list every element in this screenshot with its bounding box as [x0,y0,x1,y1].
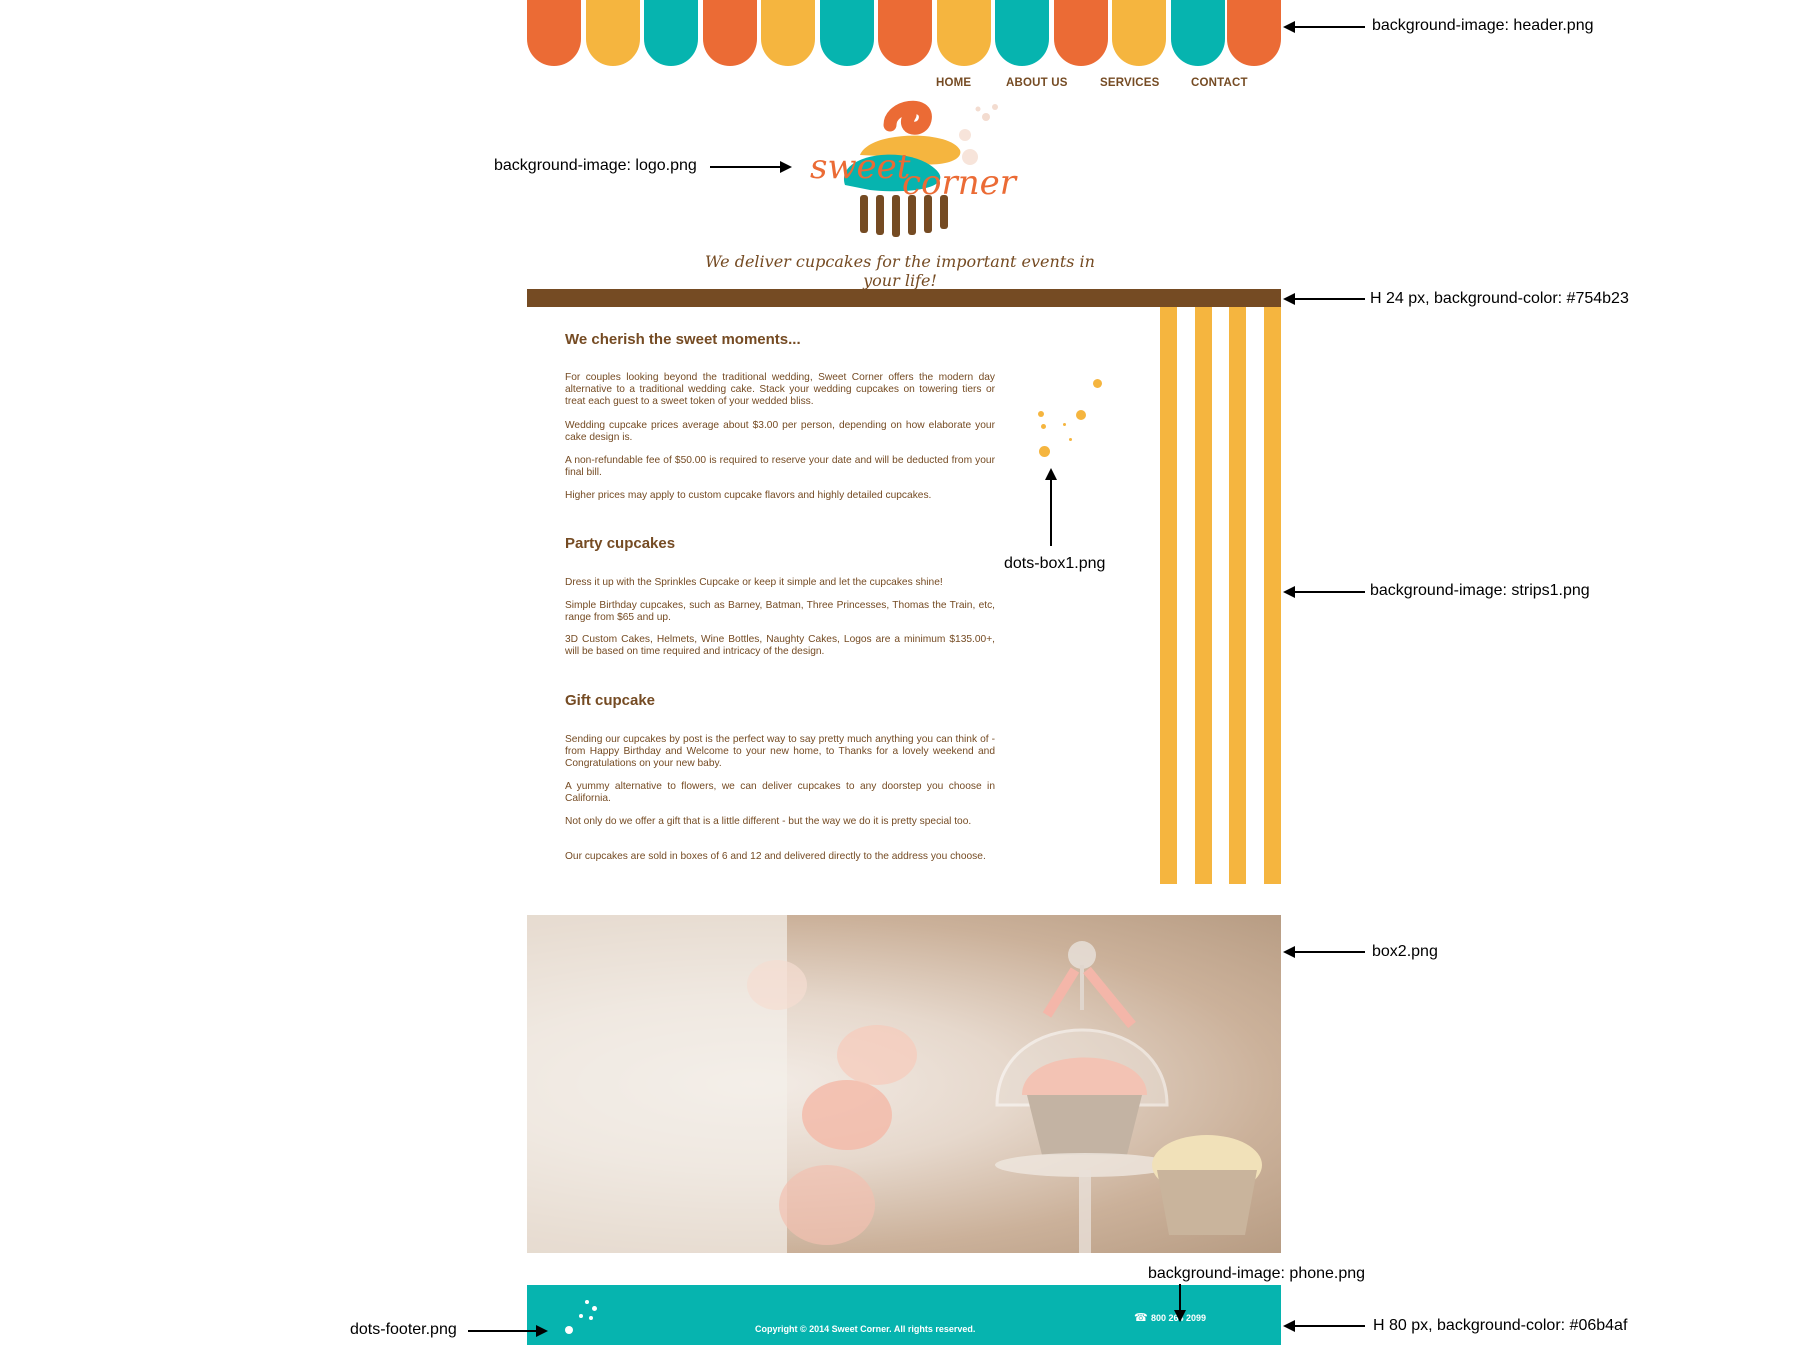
logo[interactable]: sweet corner [800,95,1016,245]
paragraph: 3D Custom Cakes, Helmets, Wine Bottles, … [565,634,995,657]
dot [585,1300,589,1304]
annotation-arrow [1174,1284,1186,1322]
annotation-arrow [710,161,792,173]
dot [579,1314,583,1318]
paragraph: Our cupcakes are sold in boxes of 6 and … [565,851,986,862]
annotation-arrow [1283,946,1365,958]
section-heading: Party cupcakes [565,535,676,552]
annotation-bar: H 24 px, background-color: #754b23 [1370,290,1629,307]
stripe [1195,307,1212,884]
stripe [1160,307,1177,884]
paragraph: Sending our cupcakes by post is the perf… [565,734,995,769]
awning-scallop [937,0,991,66]
section-heading: We cherish the sweet moments... [565,331,801,348]
paragraph: A non-refundable fee of $50.00 is requir… [565,455,995,478]
paragraph: A yummy alternative to flowers, we can d… [565,781,995,804]
awning-scallop [820,0,874,66]
nav-about-us[interactable]: ABOUT US [1006,77,1068,89]
annotation-arrow [1283,293,1365,305]
paragraph: Wedding cupcake prices average about $3.… [565,420,995,443]
awning-scallop [644,0,698,66]
annotation-dots-box: dots-box1.png [1004,555,1106,572]
dots-footer-decoration [563,1300,603,1340]
tagline: We deliver cupcakes for the important ev… [705,252,1095,290]
annotation-phone: background-image: phone.png [1148,1265,1366,1282]
paragraph: Higher prices may apply to custom cupcak… [565,490,932,501]
paragraph: For couples looking beyond the tradition… [565,372,995,407]
awning-scallop [995,0,1049,66]
nav-services[interactable]: SERVICES [1100,77,1160,89]
dot [592,1306,597,1311]
awning-scallop [1112,0,1166,66]
annotation-logo: background-image: logo.png [494,157,697,174]
paragraph: Simple Birthday cupcakes, such as Barney… [565,600,995,623]
nav-contact[interactable]: CONTACT [1191,77,1248,89]
awning-scallop [527,0,581,66]
header-awning [527,0,1281,66]
annotation-arrow [1283,21,1365,33]
photo-illustration [527,915,1262,1253]
dot [1093,379,1102,388]
dot [565,1326,573,1334]
dot [1069,438,1072,441]
awning-scallop [1227,0,1281,66]
awning-scallop [586,0,640,66]
dot [1038,411,1044,417]
awning-scallop [878,0,932,66]
nav-home[interactable]: HOME [936,77,971,89]
cupcake-photo [527,915,1281,1253]
dot [1076,410,1086,420]
annotation-footer: H 80 px, background-color: #06b4af [1373,1317,1628,1334]
stripe [1229,307,1246,884]
annotation-strips: background-image: strips1.png [1370,582,1590,599]
paragraph: Dress it up with the Sprinkles Cupcake o… [565,577,943,588]
awning-scallop [1171,0,1225,66]
dot [1039,446,1050,457]
phone-icon: ☎ [1134,1312,1148,1324]
dots-box-decoration [1030,374,1102,464]
dot [1041,424,1046,429]
annotation-arrow [1283,1320,1365,1332]
awning-scallop [1054,0,1108,66]
paragraph: Not only do we offer a gift that is a li… [565,816,972,827]
stripe [1264,307,1281,884]
annotation-header: background-image: header.png [1372,17,1594,34]
annotation-arrow [1045,468,1057,546]
section-heading: Gift cupcake [565,692,656,709]
footer: Copyright © 2014 Sweet Corner. All right… [527,1285,1281,1345]
dot [1063,423,1066,426]
dot [589,1316,593,1320]
annotation-arrow [468,1325,548,1337]
content-top-bar [527,289,1281,307]
annotation-arrow [1283,586,1365,598]
logo-word-corner: corner [902,163,1017,203]
copyright-text: Copyright © 2014 Sweet Corner. All right… [755,1324,976,1334]
awning-scallop [761,0,815,66]
annotation-dots-footer: dots-footer.png [350,1321,457,1338]
logo-word-sweet: sweet [810,147,911,187]
decorative-stripes [1160,307,1281,884]
annotation-box2: box2.png [1372,943,1438,960]
awning-scallop [703,0,757,66]
